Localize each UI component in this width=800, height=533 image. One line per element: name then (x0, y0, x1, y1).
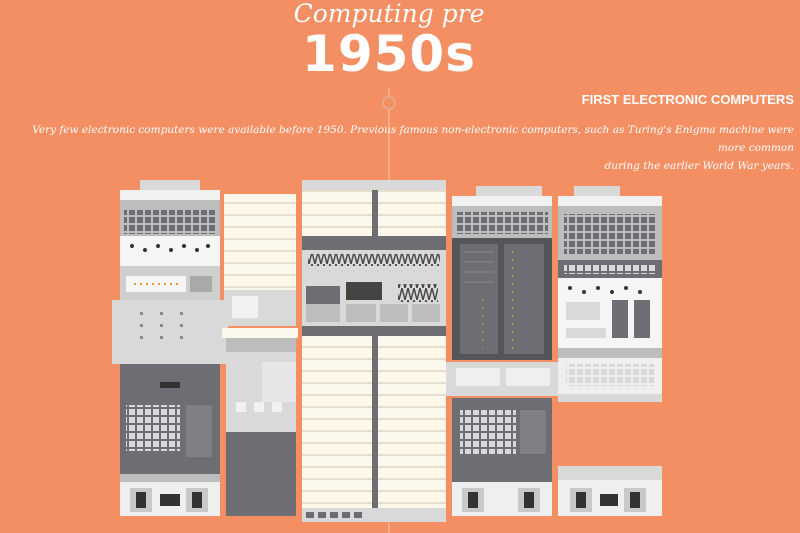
computer-cabinet-4 (446, 186, 558, 516)
computers-illustration (112, 180, 662, 522)
computer-cabinet-2 (222, 194, 298, 516)
computer-cabinet-3 (302, 180, 446, 522)
computer-cabinet-1 (112, 180, 228, 516)
computer-cabinet-5 (558, 186, 662, 516)
